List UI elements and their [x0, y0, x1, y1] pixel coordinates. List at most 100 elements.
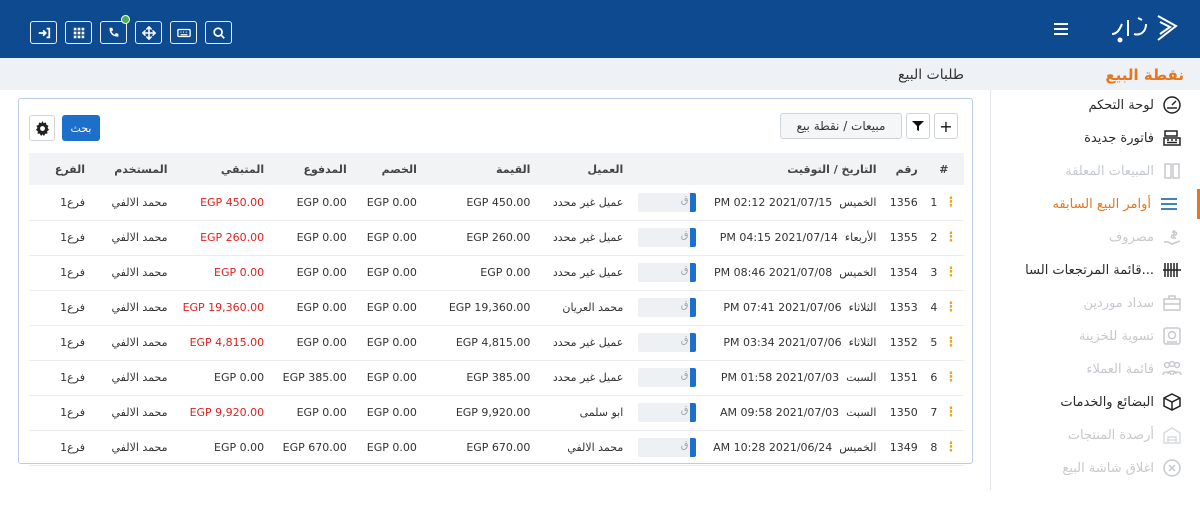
- col-header-branch: الفرع: [54, 162, 85, 176]
- row-discount: EGP 0.00: [366, 266, 417, 279]
- row-index: ⋮ 6: [924, 360, 964, 395]
- users-icon: [1162, 359, 1182, 379]
- row-datetime-value: PM 02:12 2021/07/15: [714, 195, 833, 209]
- sidebar-item-supplier-payment[interactable]: سداد موردين: [990, 288, 1200, 318]
- row-datetime: الخميس PM 02:12 2021/07/15: [702, 185, 883, 220]
- row-index: ⋮ 1: [924, 185, 964, 220]
- row-customer: عميل غير محدد: [552, 266, 624, 279]
- row-index-value: 7: [930, 406, 938, 419]
- row-tag[interactable]: ق: [629, 325, 701, 360]
- sidebar-item-returns-list[interactable]: قائمة المرتجعات السا...: [990, 255, 1200, 285]
- row-user: محمد الالفي: [111, 441, 168, 454]
- row-index: ⋮ 5: [924, 325, 964, 360]
- row-tag[interactable]: ق: [629, 360, 701, 395]
- row-tag[interactable]: ق: [629, 395, 701, 430]
- row-value: EGP 260.00: [466, 231, 531, 244]
- row-tag[interactable]: ق: [629, 185, 701, 220]
- row-datetime-value: PM 01:58 2021/07/03: [720, 371, 840, 384]
- table-row[interactable]: ⋮ 3 1354 الخميس PM 08:46 2021/07/08 ق عميل غ…: [29, 255, 964, 290]
- orders-table: # رقم التاريخ / التوقيت العميل القيمة ال…: [29, 153, 964, 466]
- row-value: EGP 9,920.00: [455, 406, 531, 419]
- row-customer: محمد العريان: [562, 301, 624, 314]
- col-header-discount: الخصم: [381, 162, 417, 176]
- row-paid: EGP 0.00: [296, 301, 347, 314]
- row-remaining: EGP 19,360.00: [182, 301, 265, 314]
- search-icon[interactable]: [205, 21, 232, 44]
- row-paid: EGP 0.00: [296, 195, 347, 209]
- row-customer: عميل غير محدد: [552, 195, 624, 209]
- search-button[interactable]: بحث: [62, 115, 100, 141]
- table-header-row: # رقم التاريخ / التوقيت العميل القيمة ال…: [29, 153, 964, 185]
- row-index-value: 1: [930, 195, 938, 209]
- table-row[interactable]: ⋮ 1 1356 الخميس PM 02:12 2021/07/15 ق عميل غ…: [29, 185, 964, 220]
- sidebar-item-treasury-settlement[interactable]: تسوية للخزينة: [990, 321, 1200, 351]
- row-number: 1349: [889, 441, 918, 454]
- row-menu-icon[interactable]: ⋮: [944, 265, 957, 280]
- sidebar-item-product-balances[interactable]: أرصدة المنتجات: [990, 420, 1200, 450]
- phone-icon[interactable]: [100, 15, 130, 44]
- row-tag[interactable]: ق: [629, 220, 701, 255]
- table-row[interactable]: ⋮ 2 1355 الأربعاء PM 04:15 2021/07/14 ق عميل…: [29, 220, 964, 255]
- sidebar-item-label: المبيعات المعلقة: [1065, 163, 1154, 179]
- row-menu-icon[interactable]: ⋮: [944, 440, 957, 455]
- sidebar-item-new-invoice[interactable]: فاتورة جديدة: [990, 123, 1200, 153]
- sidebar-item-pending-sales[interactable]: المبيعات المعلقة: [990, 156, 1200, 186]
- row-tag[interactable]: ق: [629, 430, 701, 465]
- row-menu-icon[interactable]: ⋮: [944, 370, 957, 385]
- row-tag[interactable]: ق: [629, 255, 701, 290]
- cash-register-icon: [1162, 128, 1182, 148]
- row-number: 1350: [889, 406, 918, 419]
- sidebar-item-label: مصروف: [1108, 229, 1154, 245]
- move-icon[interactable]: [135, 21, 162, 44]
- keyboard-icon[interactable]: [170, 21, 197, 44]
- row-datetime: السبت AM 09:58 2021/07/03: [702, 395, 883, 430]
- grid-icon[interactable]: [65, 21, 92, 44]
- row-datetime: الخميس PM 08:46 2021/07/08: [702, 255, 883, 290]
- sidebar-item-goods-services[interactable]: البضائع والخدمات: [990, 387, 1200, 417]
- row-branch: فرع1: [60, 266, 85, 279]
- breadcrumb[interactable]: مبيعات / نقطة بيع: [780, 113, 902, 139]
- row-datetime-value: AM 09:58 2021/07/03: [720, 406, 840, 419]
- row-menu-icon[interactable]: ⋮: [944, 335, 957, 350]
- row-menu-icon[interactable]: ⋮: [944, 300, 957, 315]
- col-header-paid: المدفوع: [303, 162, 347, 176]
- sidebar-item-label: أوامر البيع السابقه: [1052, 196, 1151, 212]
- sign-in-icon[interactable]: [30, 21, 57, 44]
- table-row[interactable]: ⋮ 5 1352 الثلاثاء PM 03:34 2021/07/06 ق عميل…: [29, 325, 964, 360]
- box-icon: [1162, 392, 1182, 412]
- row-branch: فرع1: [60, 371, 85, 384]
- row-index-value: 2: [930, 231, 938, 244]
- row-menu-icon[interactable]: ⋮: [944, 195, 957, 210]
- sidebar-item-close-pos[interactable]: اغلاق شاشة البيع: [990, 453, 1200, 483]
- row-tag-letter: ق: [680, 335, 689, 346]
- row-discount: EGP 0.00: [366, 441, 417, 454]
- row-branch: فرع1: [60, 231, 85, 244]
- row-remaining: EGP 0.00: [214, 371, 265, 384]
- table-row[interactable]: ⋮ 8 1349 الخميس AM 10:28 2021/06/24 ق محمد ا…: [29, 430, 964, 465]
- row-branch: فرع1: [60, 195, 85, 209]
- sidebar-item-customers[interactable]: قائمة العملاء: [990, 354, 1200, 384]
- gear-icon[interactable]: [29, 115, 55, 141]
- row-day: الثلاثاء: [848, 301, 877, 314]
- row-value: EGP 450.00: [466, 195, 531, 209]
- row-menu-icon[interactable]: ⋮: [944, 405, 957, 420]
- hamburger-menu-icon[interactable]: [1050, 20, 1072, 38]
- sidebar-item-dashboard[interactable]: لوحة التحكم: [990, 90, 1200, 120]
- row-day: الخميس: [839, 195, 877, 209]
- row-discount: EGP 0.00: [366, 195, 417, 209]
- barcode-icon: [1162, 260, 1182, 280]
- close-circle-icon: [1162, 458, 1182, 478]
- row-index: ⋮ 7: [924, 395, 964, 430]
- row-tag[interactable]: ق: [629, 290, 701, 325]
- sidebar-item-expense[interactable]: مصروف: [990, 222, 1200, 252]
- table-row[interactable]: ⋮ 7 1350 السبت AM 09:58 2021/07/03 ق ابو سلم…: [29, 395, 964, 430]
- add-button[interactable]: +: [934, 113, 958, 139]
- filter-icon[interactable]: [906, 113, 930, 139]
- table-row[interactable]: ⋮ 6 1351 السبت PM 01:58 2021/07/03 ق عميل غي…: [29, 360, 964, 395]
- table-row[interactable]: ⋮ 4 1353 الثلاثاء PM 07:41 2021/07/06 ق محمد…: [29, 290, 964, 325]
- row-discount: EGP 0.00: [366, 406, 417, 419]
- row-menu-icon[interactable]: ⋮: [944, 230, 957, 245]
- sidebar-item-previous-orders[interactable]: أوامر البيع السابقه: [990, 189, 1200, 219]
- row-remaining: EGP 0.00: [214, 441, 265, 454]
- briefcase-icon: [1162, 293, 1182, 313]
